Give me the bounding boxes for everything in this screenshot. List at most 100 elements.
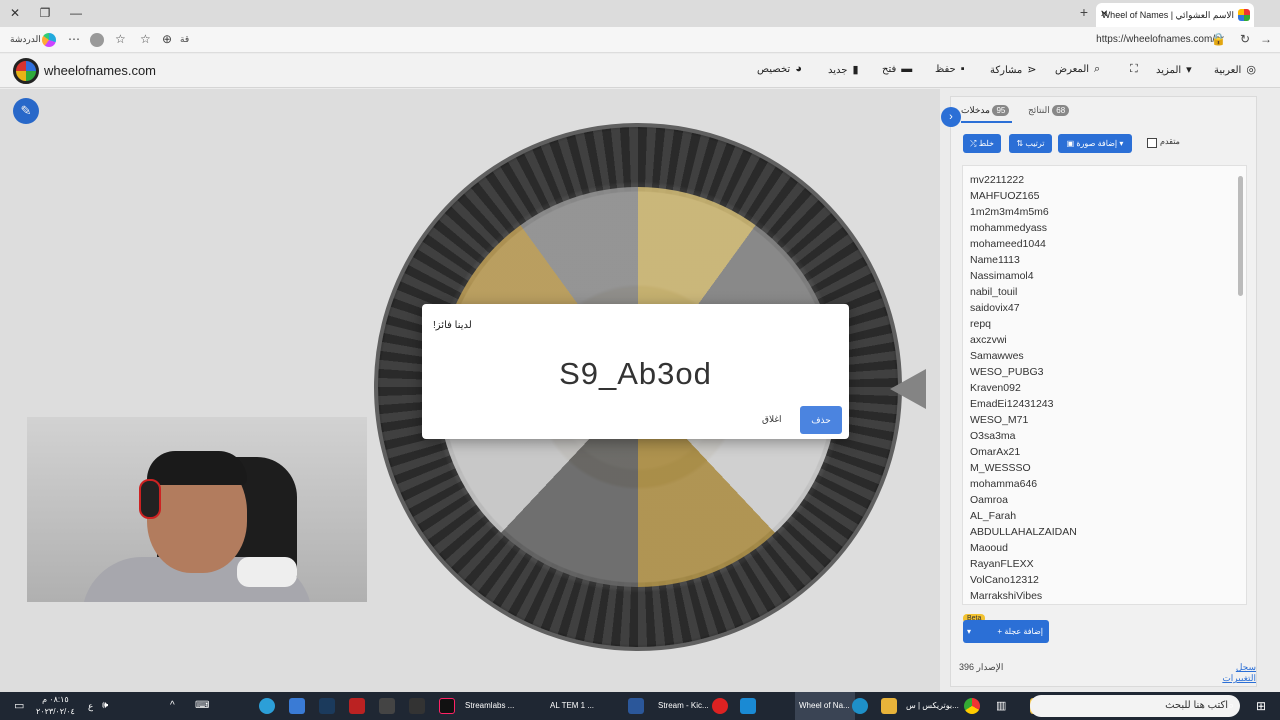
site-title[interactable]: wheelofnames.com [44,63,156,78]
nav-save[interactable]: ▪حفظ [935,63,965,75]
keyboard-icon[interactable]: ⌨ [195,692,209,720]
app-icon[interactable] [289,698,305,714]
entries-scrollbar[interactable] [1238,176,1243,296]
nav-customize[interactable]: ◕تخصيص [757,63,802,75]
list-item[interactable]: WESO_PUBG3 [970,364,1246,380]
list-item[interactable]: O3sa3ma [970,428,1246,444]
reader-mode-icon[interactable]: قة [180,34,189,45]
list-item[interactable]: MarrakshiVibes [970,588,1246,604]
volume-icon[interactable]: 🕪 [102,692,108,720]
close-window-icon[interactable]: ✕ [5,4,25,22]
windows-start-icon[interactable]: ⊞ [1256,692,1266,720]
list-item[interactable]: RayanFLEXX [970,556,1246,572]
steam-icon[interactable] [319,698,335,714]
word-icon[interactable] [628,698,644,714]
task-view-icon[interactable]: ▥ [996,692,1006,720]
new-tab-button[interactable]: + [1080,4,1088,20]
taskbar-streamlabs[interactable]: Streamlabs ... [465,692,530,720]
copilot-icon[interactable] [42,33,56,47]
list-item[interactable]: mohameed1044 [970,236,1246,252]
nav-new[interactable]: ▮جديد [828,63,859,76]
forward-icon[interactable]: → [1260,32,1272,46]
file-explorer-icon[interactable] [881,698,897,714]
add-image-button[interactable]: ▾ إضافة صورة ▣ [1058,134,1132,153]
add-wheel-button[interactable]: إضافة عجلة + ▾ [963,620,1049,643]
advanced-label: متقدم [1160,137,1180,146]
nav-more[interactable]: ▾المزيد [1156,63,1192,76]
list-item[interactable]: saidovix47 [970,300,1246,316]
changelog-link[interactable]: سجل التغييرات [1201,662,1256,684]
show-hidden-icons[interactable]: ^ [170,692,175,720]
collapse-panel-icon[interactable]: › [941,107,961,127]
tiktok-icon[interactable] [439,698,455,714]
list-item[interactable]: WESO_M71 [970,412,1246,428]
language-indicator[interactable]: ع [88,692,93,720]
minimize-window-icon[interactable]: — [66,4,86,22]
entries-textarea[interactable]: mv2211222 MAHFUOZ165 1m2m3m4m5m6 mohammedya… [962,165,1247,605]
remove-button[interactable]: حذف [800,406,842,434]
search-icon[interactable]: ⌕ [1228,692,1234,720]
list-item[interactable]: mv2211222 [970,172,1246,188]
list-item[interactable]: Samawwes [970,348,1246,364]
tab-entries[interactable]: 95 مدخلات [961,105,1013,123]
capcut-icon[interactable] [409,698,425,714]
tab-title: الاسم العشوائي | Wheel of Names [1101,10,1234,20]
list-item[interactable]: Maooud [970,540,1246,556]
chevron-down-icon[interactable]: ▾ [967,620,971,643]
chat-label[interactable]: الدردشة [10,34,41,45]
nav-share[interactable]: ⋖مشاركة [990,63,1037,76]
taskbar-clock[interactable]: ٠٨:١٥ م ٢٠٢٣/٠٢/٠٤ [36,694,75,718]
nav-open[interactable]: ▬فتح [882,63,912,75]
list-item[interactable]: EmadEi12431243 [970,396,1246,412]
list-item[interactable]: ABDULLAHALZAIDAN [970,524,1246,540]
url-field[interactable]: https://wheelofnames.com/ar [1096,34,1224,45]
opera-icon[interactable] [712,698,728,714]
windows-taskbar: ▭ ٠٨:١٥ م ٢٠٢٣/٠٢/٠٤ ع 🕪 ^ ⌨ Streamlabs … [0,692,1280,720]
close-button[interactable]: اغلاق [762,414,782,425]
tab-results[interactable]: 68 النتائج [1028,105,1072,116]
list-item[interactable]: AL_Farah [970,508,1246,524]
nav-gallery[interactable]: ⌕المعرض [1055,63,1100,76]
list-item[interactable]: repq [970,316,1246,332]
notifications-icon[interactable]: ▭ [14,692,24,720]
taskbar-search-input[interactable]: اكتب هنا للبحث [1030,695,1240,717]
taskbar-botrix[interactable]: بوتريكس | س... [906,692,962,720]
list-item[interactable]: M_WESSSO [970,460,1246,476]
list-item[interactable]: Name1113 [970,252,1246,268]
nav-language[interactable]: ◎العربية [1214,63,1256,76]
favorites-icon[interactable]: ☆ [115,32,126,46]
telegram-icon[interactable] [259,698,275,714]
more-options-icon[interactable]: ⋯ [68,32,80,46]
restore-window-icon[interactable]: ❐ [35,4,55,22]
sort-button[interactable]: ترتيب ⇅ [1009,134,1052,153]
list-item[interactable]: Oamroa [970,492,1246,508]
edge-icon[interactable] [852,698,868,714]
adobe-icon[interactable] [349,698,365,714]
list-item[interactable]: 1m2m3m4m5m6 [970,204,1246,220]
list-item[interactable]: VolCano12312 [970,572,1246,588]
close-tab-icon[interactable]: ✕ [1100,3,1108,27]
browser-tab-active[interactable]: الاسم العشوائي | Wheel of Names ✕ [1096,3,1254,27]
app-icon[interactable] [379,698,395,714]
list-item[interactable]: OmarAx21 [970,444,1246,460]
list-item[interactable]: MAHFUOZ165 [970,188,1246,204]
taskbar-stream-kick[interactable]: Stream - Kic... [658,692,718,720]
app-icon[interactable] [740,698,756,714]
advanced-checkbox[interactable] [1147,138,1157,148]
reload-icon[interactable]: ↻ [1240,32,1250,46]
list-item[interactable]: mohammedyass [970,220,1246,236]
taskbar-al-tem[interactable]: AL TEM 1 ... [550,692,610,720]
taskbar-wheel-of-names[interactable]: Wheel of Na... [795,692,855,720]
profile-avatar-icon[interactable] [90,33,104,47]
list-item[interactable]: mohamma646 [970,476,1246,492]
list-item[interactable]: Kraven092 [970,380,1246,396]
fullscreen-button[interactable]: ⛶ [1125,63,1138,76]
list-item[interactable]: nabil_touil [970,284,1246,300]
site-logo-icon[interactable] [13,58,39,84]
translate-icon[interactable]: ⊕ [162,32,172,46]
chrome-icon[interactable] [964,698,980,714]
list-item[interactable]: Nassimamol4 [970,268,1246,284]
list-item[interactable]: axczvwi [970,332,1246,348]
add-favorite-icon[interactable]: ☆ [140,32,151,46]
shuffle-button[interactable]: خلط ⤮ [963,134,1001,153]
